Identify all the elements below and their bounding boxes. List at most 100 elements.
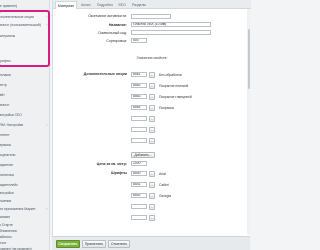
sidebar-item[interactable]: Настройки СЕО [0,112,50,118]
sidebar-item-label: Шрифты [0,59,11,63]
option-id-field[interactable] [131,138,147,143]
name-label: Название: [108,23,127,27]
sidebar-item[interactable]: Сайт [0,92,50,98]
sidebar-item[interactable]: Для приложения Маркет › [0,206,50,212]
sidebar-item[interactable]: Покупатели [0,152,50,158]
sidebar-item-label: Правлен (не правлен) [0,247,32,250]
tab-seo[interactable]: SEO [116,1,128,9]
sidebar-item[interactable]: Контент [0,132,50,138]
font-name: Arial [159,171,166,176]
save-button[interactable]: Сохранить [56,240,80,248]
browse-button[interactable]: ... [149,138,155,144]
price-label: Цена за кв. метр: [96,162,127,166]
tab-announce[interactable]: Анонс [78,1,94,9]
font-id-field[interactable]: 8542 [131,193,147,198]
bottom-action-bar: Сохранить Применить Отменить [52,236,250,250]
sidebar-item[interactable]: Магазин [0,214,50,220]
option-id-field[interactable] [131,116,147,121]
option-name: Покраска [159,105,174,110]
tab-bar: Материал Анонс Подробно SEO Разделы [53,0,251,9]
option-id-field[interactable]: 8563 [131,94,147,99]
sidebar-item-label: Сервисы [0,143,12,147]
chevron-right-icon[interactable]: › [45,14,49,20]
chevron-right-icon[interactable]: › [45,22,49,28]
scrollbar-thumb[interactable] [247,29,250,89]
code-label: Символьный код: [97,31,127,35]
browse-button[interactable]: ... [149,83,155,89]
price-field[interactable]: 2000 [131,161,147,166]
browse-button[interactable]: ... [149,72,155,78]
edit-form-panel: Материал Анонс Подробно SEO Разделы Окон… [52,0,251,250]
sidebar-item[interactable]: Маркетинг [0,162,50,168]
sidebar-item-label: CRM: Настройки [0,123,24,127]
sidebar-item-label: Маркетплейс [0,183,18,187]
sidebar-item-label: Реклама [0,73,11,77]
sidebar-item-label: Контент [0,133,10,137]
activity-end-label: Окончание активности: [88,14,127,18]
sidebar-item-label: Решения [0,199,12,203]
admin-sidebar: (не правлен) дополнительные опции› Каталог… [0,0,50,250]
browse-button[interactable]: ... [149,193,155,199]
browse-button[interactable]: ... [149,182,155,188]
sidebar-item-label: Покупатели [0,153,16,157]
browse-button[interactable]: ... [149,204,155,210]
chevron-right-icon[interactable]: › [45,206,49,212]
option-name: Покрытие глянцевой [159,94,192,99]
sidebar-item[interactable]: Каталог (пользовательский) › [0,22,50,28]
name-field[interactable]: Пластик ПВХ (10 мм) [131,22,211,27]
cancel-button[interactable]: Отменить [108,240,130,248]
option-id-field[interactable]: 8562 [131,83,147,88]
font-id-field[interactable] [131,204,147,209]
sidebar-item[interactable]: Решения [0,198,50,204]
sidebar-item[interactable]: Сервисы [0,142,50,148]
sidebar-item[interactable]: Маркетплейс [0,182,50,188]
sidebar-item[interactable]: Реклама [0,72,50,78]
apply-button[interactable]: Применить [82,240,106,248]
option-name: Без обработки [159,72,182,77]
sidebar-item[interactable]: Правлен (не правлен) [0,246,50,250]
option-id-field[interactable] [131,127,147,132]
tab-details[interactable]: Подробно [95,1,115,9]
font-id-field[interactable]: 8541 [131,182,147,187]
sort-label: Сортировка: [106,39,127,43]
option-id-field[interactable]: 8564 [131,105,147,110]
sidebar-item[interactable]: Центр [0,82,50,88]
browse-button[interactable]: ... [149,105,155,111]
sidebar-item[interactable]: Каталог [0,102,50,108]
sidebar-item-label: Для приложения Маркет [0,207,36,211]
sidebar-item-label: Маркетинг [0,163,14,167]
code-field[interactable] [131,30,211,35]
tab-sections[interactable]: Разделы [129,1,149,9]
scrollbar[interactable] [247,9,250,235]
sidebar-item-label: Каталог (пользовательский) [0,23,41,27]
option-id-field[interactable]: 8561 [131,72,147,77]
sidebar-item-label: Центр [0,83,7,87]
font-name: Georgia [159,193,172,198]
font-id-field[interactable]: 8540 [131,171,147,176]
chevron-right-icon[interactable]: › [45,122,49,128]
options-label: Дополнительные опции [83,72,127,76]
sidebar-item[interactable]: Настройки [0,190,50,196]
browse-button[interactable]: ... [149,171,155,177]
browse-button[interactable]: ... [149,215,155,221]
browse-button[interactable]: ... [149,94,155,100]
sidebar-item[interactable]: (не правлен) [0,3,50,9]
fonts-label: Шрифты [111,171,127,175]
sidebar-item[interactable]: Аналитика [0,172,50,178]
sort-field[interactable]: 500 [131,38,147,43]
tab-material[interactable]: Материал [55,1,77,9]
sidebar-item-label: Аналитика [0,173,14,177]
browse-button[interactable]: ... [149,127,155,133]
properties-header: Значения свойств: [136,56,168,60]
sidebar-item[interactable]: дополнительные опции › [0,14,50,20]
activity-end-field[interactable] [131,14,171,19]
add-option-button[interactable]: Добавить... [131,152,155,158]
sidebar-item[interactable]: Материалы [0,33,50,39]
font-id-field[interactable] [131,215,147,220]
browse-button[interactable]: ... [149,116,155,122]
sidebar-item[interactable]: Шрифты [0,58,50,64]
option-name: Покрытие пленкой [159,83,189,88]
font-name: Calibri [159,182,169,187]
sidebar-item[interactable]: CRM: Настройки › [0,122,50,128]
sidebar-item-label: (не правлен) [0,4,18,8]
